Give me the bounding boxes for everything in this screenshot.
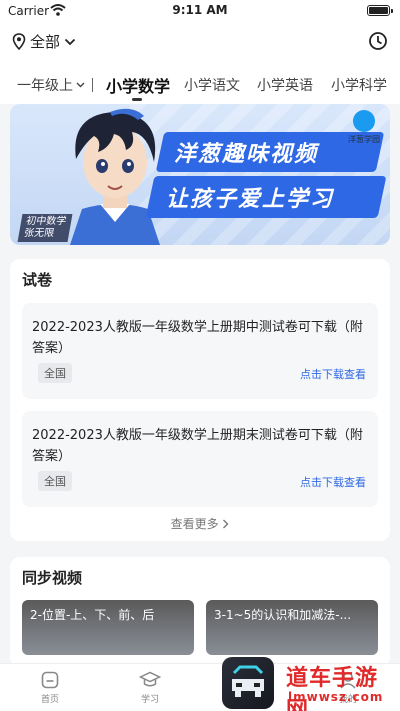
video-thumbnail[interactable]: 3-1~5的认识和加减法-... <box>206 600 378 655</box>
view-more-button[interactable]: 查看更多 <box>10 515 390 532</box>
tab-divider <box>92 78 93 92</box>
region-badge: 全国 <box>38 471 72 491</box>
video-title: 2-位置-上、下、前、后 <box>30 608 155 622</box>
location-pin-icon <box>12 33 26 50</box>
location-label: 全部 <box>30 33 61 51</box>
graduation-cap-icon <box>139 671 161 687</box>
exam-item[interactable]: 2022-2023人教版一年级数学上册期末测试卷可下载（附答案） 全国 点击下载… <box>22 411 378 507</box>
nav-study-label: 学习 <box>140 695 159 705</box>
exam-item[interactable]: 2022-2023人教版一年级数学上册期中测试卷可下载（附答案） 全国 点击下载… <box>22 303 378 399</box>
tab-chinese[interactable]: 小学语文 <box>184 75 240 95</box>
promo-banner[interactable]: 洋葱趣味视频 让孩子爱上学习 洋葱学园 初中数学 张无限 <box>10 104 390 245</box>
video-title: 3-1~5的认识和加减法-... <box>214 608 352 622</box>
chevron-down-icon <box>76 82 85 88</box>
subject-tabs: 一年级上 小学数学 小学语文 小学英语 小学科学 <box>0 62 400 104</box>
brand-logo: 洋葱学园 <box>348 110 380 145</box>
active-tab-indicator <box>132 98 142 101</box>
section-title: 同步视频 <box>22 569 83 587</box>
site-watermark: 道车手游网 lmwwsz.com <box>222 654 400 711</box>
teacher-tag: 初中数学 张无限 <box>17 214 73 242</box>
view-more-label: 查看更多 <box>170 517 219 531</box>
tab-science[interactable]: 小学科学 <box>331 75 387 95</box>
chevron-down-icon <box>64 38 76 45</box>
watermark-logo <box>222 657 274 709</box>
exam-title: 2022-2023人教版一年级数学上册期末测试卷可下载（附答案） <box>32 428 363 464</box>
exam-papers-section: 试卷 2022-2023人教版一年级数学上册期中测试卷可下载（附答案） 全国 点… <box>10 259 390 541</box>
car-icon <box>232 665 264 697</box>
brand-name: 洋葱学园 <box>348 135 380 144</box>
nav-study[interactable]: 学习 <box>120 670 180 705</box>
location-selector[interactable]: 全部 <box>12 31 76 52</box>
history-clock-icon[interactable] <box>368 31 388 51</box>
download-link[interactable]: 点击下载查看 <box>300 366 366 382</box>
video-thumbnail[interactable]: 2-位置-上、下、前、后 <box>22 600 194 655</box>
status-bar: Carrier 9:11 AM <box>0 0 400 22</box>
tab-math[interactable]: 小学数学 <box>106 73 170 97</box>
battery-icon <box>367 5 393 16</box>
top-bar: 全部 <box>0 22 400 62</box>
banner-headline-1: 洋葱趣味视频 <box>174 142 319 167</box>
grade-selector[interactable]: 一年级上 <box>17 75 85 95</box>
download-link[interactable]: 点击下载查看 <box>300 474 366 490</box>
exam-title: 2022-2023人教版一年级数学上册期中测试卷可下载（附答案） <box>32 320 363 356</box>
status-time: 9:11 AM <box>172 3 228 17</box>
home-icon <box>41 671 59 689</box>
chevron-right-icon <box>223 519 229 529</box>
region-badge: 全国 <box>38 363 72 383</box>
grade-label: 一年级上 <box>17 78 73 94</box>
tab-english[interactable]: 小学英语 <box>257 75 313 95</box>
watermark-url: lmwwsz.com <box>288 690 384 704</box>
banner-headline-2: 让孩子爱上学习 <box>166 187 335 212</box>
section-title: 试卷 <box>22 271 53 289</box>
teacher-name: 张无限 <box>23 228 55 239</box>
sync-videos-section: 同步视频 2-位置-上、下、前、后 3-1~5的认识和加减法-... <box>10 557 390 667</box>
nav-home-label: 首页 <box>40 695 59 705</box>
nav-home[interactable]: 首页 <box>20 670 80 705</box>
teacher-subject: 初中数学 <box>25 216 68 227</box>
brand-mark-icon <box>353 110 375 132</box>
